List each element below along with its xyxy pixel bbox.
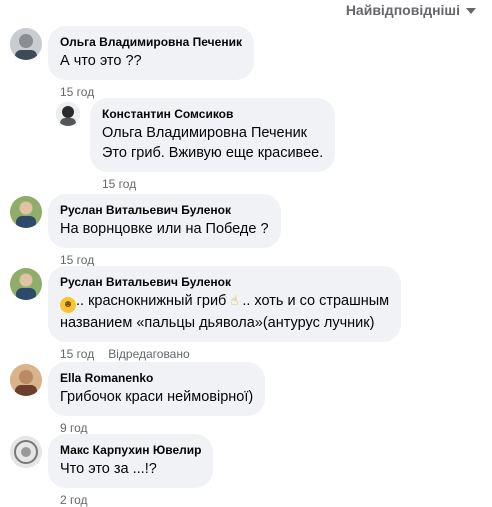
- comment-text: Что это за ...!?: [60, 461, 157, 477]
- comment-text: На ворнцовке или на Победе ?: [60, 221, 269, 237]
- comment-bubble: Руслан Витальевич Буленок ☻.. краснокниж…: [48, 266, 402, 342]
- comment-bubble: Руслан Витальевич Буленок На ворнцовке и…: [48, 194, 281, 248]
- comment-text: Грибочок краси неймовірної): [60, 389, 254, 405]
- comment: Ella Romanenko Грибочок краси неймовірно…: [10, 362, 266, 435]
- avatar[interactable]: [10, 28, 42, 60]
- comment-timestamp[interactable]: 15 год: [102, 177, 136, 191]
- avatar[interactable]: [56, 102, 80, 126]
- comment: Ольга Владимировна Печеник А что это ?? …: [10, 26, 254, 99]
- comment: Макс Карпухин Ювелир Что это за ...!? 2 …: [10, 434, 214, 507]
- comment-text-line: Ольга Владимировна Печеник: [102, 125, 308, 141]
- comment-author[interactable]: Макс Карпухин Ювелир: [60, 442, 201, 458]
- avatar[interactable]: [10, 196, 42, 228]
- comment: Руслан Витальевич Буленок На ворнцовке и…: [10, 194, 281, 267]
- comment-timestamp[interactable]: 15 год: [60, 347, 94, 361]
- sort-dropdown[interactable]: Найвідповідніші: [346, 2, 476, 18]
- comment-author[interactable]: Руслан Витальевич Буленок: [60, 274, 389, 290]
- comment-bubble: Макс Карпухин Ювелир Что это за ...!?: [48, 434, 214, 488]
- reply-comment: Константин Сомсиков Ольга Владимировна П…: [56, 98, 336, 191]
- comment-timestamp[interactable]: 15 год: [60, 253, 94, 267]
- avatar[interactable]: [10, 364, 42, 396]
- comment-text-line: названием «пальцы дьявола»(антурус лучни…: [60, 315, 375, 331]
- comment-bubble: Ella Romanenko Грибочок краси неймовірно…: [48, 362, 266, 416]
- comment-bubble: Ольга Владимировна Печеник А что это ??: [48, 26, 254, 80]
- comment-author[interactable]: Константин Сомсиков: [102, 106, 323, 122]
- comment-text-part: .. хоть и со страшным: [238, 293, 390, 309]
- comment-text: А что это ??: [60, 53, 142, 69]
- avatar[interactable]: [10, 436, 42, 468]
- comment-author[interactable]: Ella Romanenko: [60, 370, 253, 386]
- sort-label: Найвідповідніші: [345, 2, 460, 18]
- comment-text-part: .. краснокнижный гриб: [76, 293, 231, 309]
- comment-author[interactable]: Руслан Витальевич Буленок: [60, 202, 269, 218]
- comment-timestamp[interactable]: 9 год: [60, 421, 88, 435]
- avatar[interactable]: [10, 268, 42, 300]
- edited-label[interactable]: Відредаговано: [108, 347, 189, 361]
- chevron-down-icon: [466, 7, 476, 14]
- laughing-emoji-icon: ☻: [60, 297, 76, 313]
- comment-author[interactable]: Ольга Владимировна Печеник: [60, 34, 242, 50]
- comment: Руслан Витальевич Буленок ☻.. краснокниж…: [10, 266, 402, 361]
- comment-bubble: Константин Сомсиков Ольга Владимировна П…: [90, 98, 336, 172]
- comment-text-line: Это гриб. Вживую еще красивее.: [102, 145, 324, 161]
- comment-timestamp[interactable]: 15 год: [60, 85, 94, 99]
- comment-text-line: ☻.. краснокнижный гриб ☝ .. хоть и со ст…: [60, 291, 389, 313]
